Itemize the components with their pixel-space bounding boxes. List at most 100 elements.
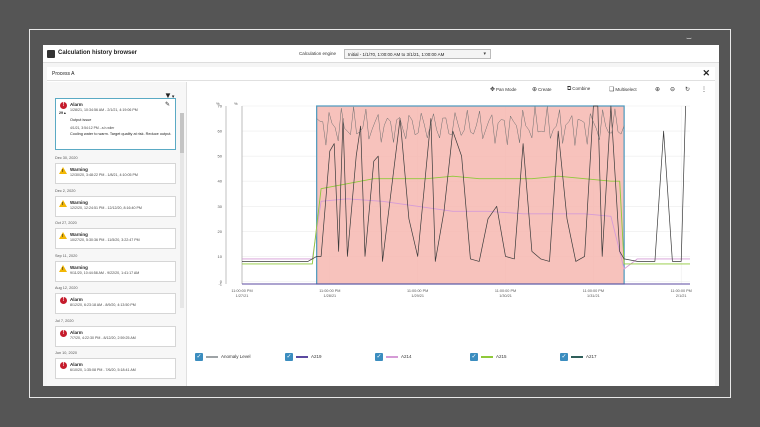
event-card[interactable]: ! Warning 12/2/20, 12:24:51 PM - 12/12/20,… [55,195,176,217]
legend-item[interactable]: ✓ A215 [470,353,507,361]
event-range: 8/12/20, 6:23:18 AM - 8/9/20, 4:13:50 PM [70,303,136,307]
scrollbar-thumb[interactable] [180,113,184,153]
legend-item[interactable]: ✓ A214 [375,353,412,361]
chevron-down-icon: ▾ [483,51,486,57]
x-tick-label: 1/31/21 [587,294,600,298]
panel-header: Process A ✕ [47,67,715,81]
y-tick-label: -1 [218,282,222,287]
legend-swatch [296,356,308,358]
checkbox[interactable]: ✓ [375,353,383,361]
app-title: Calculation history browser [58,50,138,56]
refresh-icon[interactable]: ↻ [685,86,691,93]
warning-icon: ! [59,264,67,272]
chart-legend: ✓ Anomaly Level ✓ A219 ✓ A214 ✓ A215 ✓ A217 [195,351,695,363]
legend-label: A214 [401,354,412,360]
alarm-icon: ! [60,102,67,109]
title-bar: Calculation history browser Calculation … [43,45,719,63]
event-type: Warning [70,199,88,205]
move-icon: ✥ [490,87,496,93]
event-note: Cooling water to warm. Target quality at… [70,132,172,136]
event-issue: Output issue [70,118,92,122]
event-range: 9/11/20, 10:44:58 AM - 9/22/20, 1:41:17 … [70,270,140,275]
note-timestamp: 4/1/21, 3:54:12 PM - a.h.wiler [70,126,115,130]
event-type: Alarm [70,362,83,367]
warning-icon: ! [59,167,67,174]
y-tick-label: 20 [218,229,223,234]
x-tick-label: 11:00:00 PM [671,289,692,293]
zoom-out-icon[interactable]: ⊖ [670,86,676,93]
event-type: Warning [70,232,88,237]
combine-label: Combine [572,86,591,91]
create-label: Create [538,87,552,92]
legend-label: A217 [586,354,597,360]
y-tick-label: 70 [218,104,223,109]
x-tick-label: 1/30/21 [499,294,512,298]
trend-chart[interactable]: % %706050403020100-111:00:00 PM1/27/2111:… [197,98,697,356]
event-card[interactable]: ! Warning 12/30/20, 3:48:22 PM - 1/8/21, 4… [55,163,176,184]
event-card[interactable]: ! Alarm 7/7/20, 4:22:30 PM - 8/12/20, 2:59… [55,325,176,347]
multiselect-button[interactable]: ❏Multiselect [609,86,637,93]
event-card[interactable]: ! Alarm 6/10/20, 1:35:08 PM - 7/6/20, 5:18… [55,358,176,379]
event-range: 7/7/20, 4:22:30 PM - 8/12/20, 2:59:25 AM [70,335,136,340]
legend-label: A215 [496,354,507,360]
event-card[interactable]: ! Alarm 8/12/20, 6:23:18 AM - 8/9/20, 4:13… [55,293,176,314]
checkbox[interactable]: ✓ [195,353,203,361]
event-date: Aug 12, 2020 [55,286,78,290]
event-date: Jun 10, 2020 [55,351,77,355]
event-type: Warning [70,264,88,270]
process-panel: Process A ✕ ▼▾ ! 29 ▴ Alarm 1/28/21, 10:… [47,67,715,386]
event-range: 1/28/21, 10:34:56 AM - 2/1/21, 4:19:06 P… [70,108,138,112]
y-tick-label: 30 [218,204,223,209]
event-card[interactable]: ! Warning 9/11/20, 10:44:58 AM - 9/22/20, … [55,260,176,282]
checkbox[interactable]: ✓ [470,353,478,361]
zoom-in-icon[interactable]: ⊕ [655,86,661,93]
legend-swatch [206,356,218,358]
pan-mode-button[interactable]: ✥Pan Mode [490,86,517,93]
checkbox[interactable]: ✓ [560,353,568,361]
history-sidebar: ▼▾ ! 29 ▴ Alarm 1/28/21, 10:34:56 AM - 2… [47,82,187,386]
legend-swatch [386,356,398,358]
multiselect-icon: ❏ [609,87,615,93]
pan-mode-label: Pan Mode [496,87,517,92]
warning-icon: ! [59,232,67,239]
event-date: Sep 11, 2020 [55,253,78,258]
panel-title: Process A [52,71,75,77]
selected-alarm-card[interactable]: ! 29 ▴ Alarm 1/28/21, 10:34:56 AM - 2/1/… [55,98,176,150]
event-type: Alarm [70,297,83,302]
legend-swatch [481,356,493,358]
sidebar-scrollbar[interactable] [180,113,184,308]
legend-label: A219 [311,354,322,360]
legend-item[interactable]: ✓ Anomaly Level [195,353,251,361]
legend-item[interactable]: ✓ A219 [285,353,322,361]
x-tick-label: 1/29/21 [411,294,424,298]
event-date: Dec 2, 2020 [55,188,76,193]
y-tick-label: 40 [218,179,223,184]
event-date: Jul 7, 2020 [55,318,74,323]
x-tick-label: 11:00:00 PM [407,289,428,293]
more-vertical-icon[interactable]: ⋮ [701,86,708,93]
checkbox[interactable]: ✓ [285,353,293,361]
pencil-icon[interactable]: ✎ [165,101,170,108]
legend-swatch [571,356,583,358]
corner-mark: ⌣ [686,33,692,43]
event-type: Alarm [70,102,83,107]
legend-label: Anomaly Level [221,354,251,360]
y-tick-label: 60 [218,129,223,134]
x-tick-label: 11:00:00 PM [495,289,516,293]
event-range: 12/30/20, 3:48:22 PM - 1/8/21, 4:10:05 P… [70,173,138,177]
event-range: 12/2/20, 12:24:51 PM - 12/12/20, 8:16:40… [70,205,142,210]
combine-icon: ⧉ [567,86,572,92]
app-icon [47,50,55,58]
alarm-icon: ! [60,362,67,369]
alarm-icon: ! [60,329,67,337]
app-window: Calculation history browser Calculation … [43,45,719,386]
engine-select[interactable]: Initial - 1/1/70, 1:00:00 AM to 3/1/21, … [344,49,491,59]
close-icon[interactable]: ✕ [702,68,710,79]
event-card[interactable]: ! Warning 10/27/20, 5:30:36 PM - 11/5/20, … [55,228,176,249]
engine-select-value: Initial - 1/1/70, 1:00:00 AM to 3/1/21, … [348,52,445,57]
combine-button[interactable]: ⧉Combine [567,86,590,93]
create-button[interactable]: ⊕Create [532,86,552,93]
x-tick-label: 11:00:00 PM [231,289,252,293]
y-axis-title-right: % [234,101,238,106]
legend-item[interactable]: ✓ A217 [560,353,597,361]
